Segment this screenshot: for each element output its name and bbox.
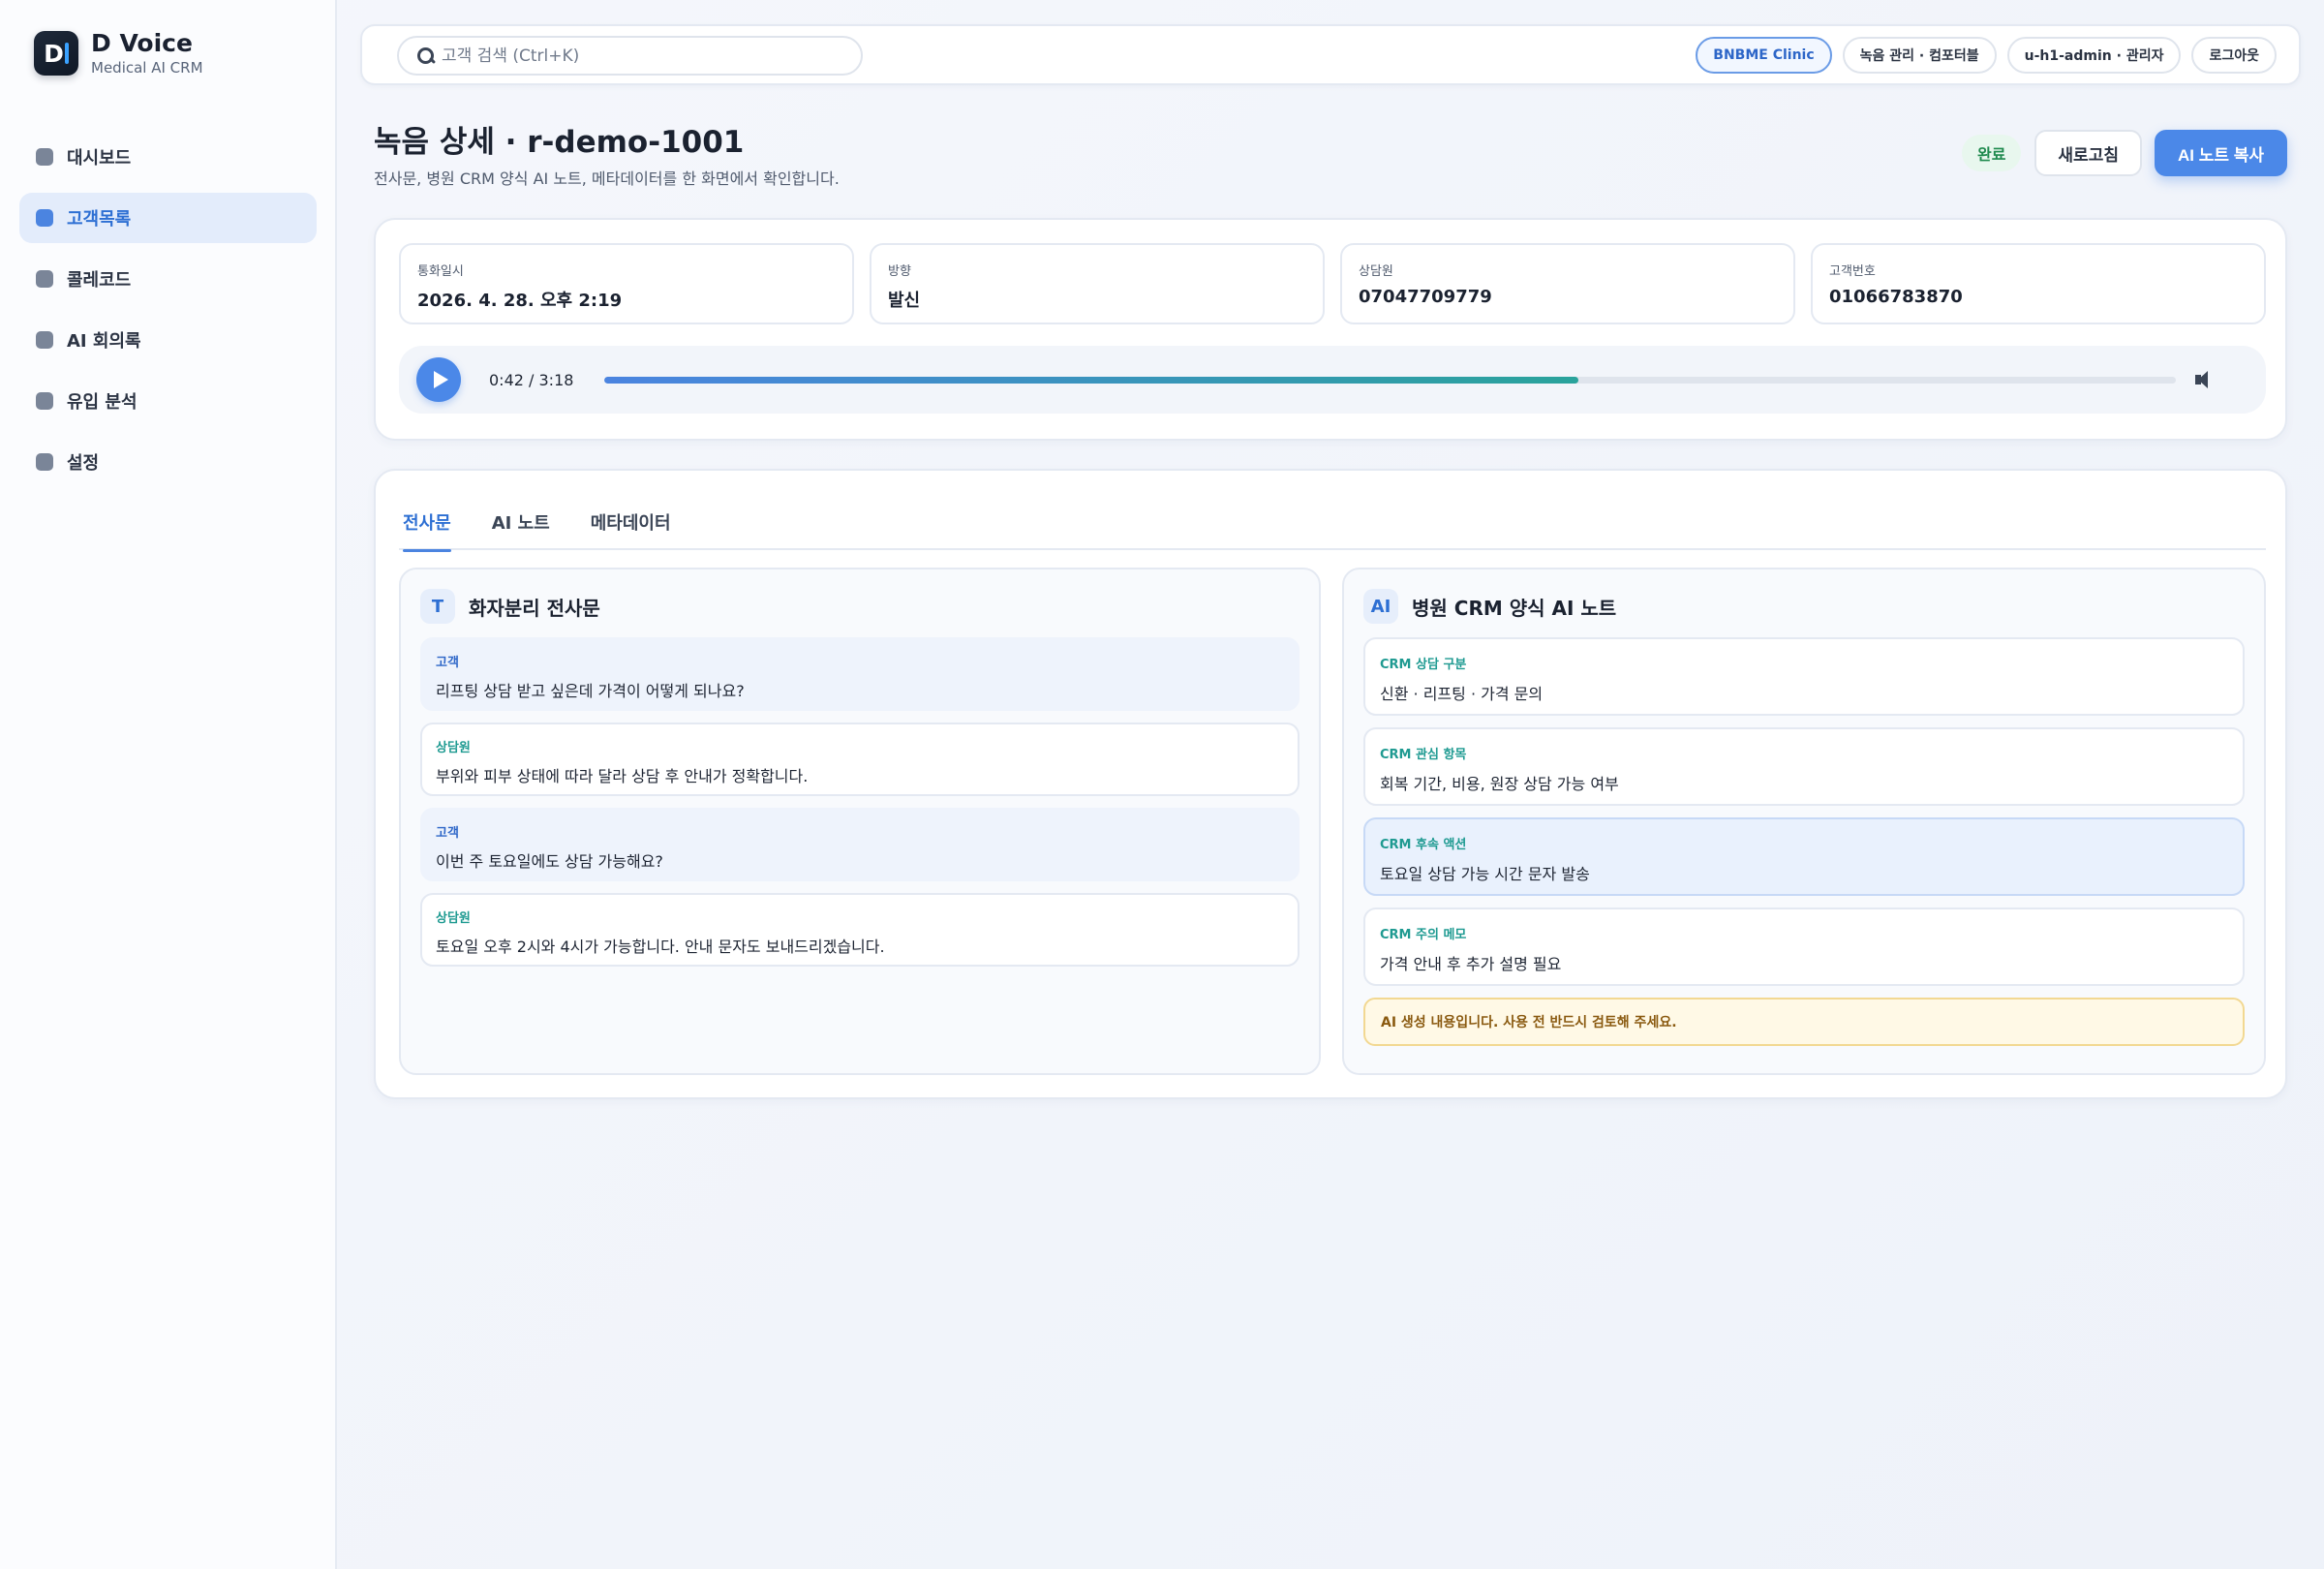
sidebar-item-label: AI 회의록 [67,331,141,352]
volume-icon[interactable] [2193,369,2215,390]
status-badge: 완료 [1961,135,2022,171]
ai-review-warning: AI 생성 내용입니다. 사용 전 반드시 검토해 주세요. [1363,998,2245,1046]
transcript-panel-header: T 화자분리 전사문 [420,589,1300,624]
ai-note-panel-header: AI 병원 CRM 양식 AI 노트 [1363,589,2245,624]
playback-progress-fill [604,376,1579,384]
sidebar-item-ai-minutes[interactable]: AI 회의록 [19,315,317,365]
customer-number-box: 고객번호 01066783870 [1811,243,2266,324]
tab-ai-note[interactable]: AI 노트 [492,502,550,550]
crm-note-text: 회복 기간, 비용, 원장 상담 가능 여부 [1380,775,1619,793]
direction-value: 발신 [888,291,921,311]
app-name: D Voice [91,29,193,57]
customer-number-label: 고객번호 [1829,264,1876,279]
sidebar-item-call-records[interactable]: 콜레코드 [19,254,317,304]
tab-metadata[interactable]: 메타데이터 [591,502,671,550]
sidebar-item-label: 설정 [67,453,100,474]
sidebar-item-inflow-analysis[interactable]: 유입 분석 [19,376,317,426]
nav-bullet-icon [36,331,53,349]
user-chip[interactable]: u-h1-admin · 관리자 [2006,37,2182,74]
crm-note-label: CRM 주의 메모 [1380,928,1467,942]
ai-note-panel: AI 병원 CRM 양식 AI 노트 CRM 상담 구분 신환 · 리프팅 · … [1342,568,2266,1075]
crm-note-item: CRM 주의 메모 가격 안내 후 추가 설명 필요 [1363,908,2245,986]
crm-note-item: CRM 후속 액션 토요일 상담 가능 시간 문자 발송 [1363,817,2245,896]
nav-bullet-icon [36,453,53,471]
detail-tabs: 전사문 AI 노트 메타데이터 [399,502,2266,552]
tab-transcript[interactable]: 전사문 [403,502,451,552]
topbar: BNBME Clinic 녹음 관리 · 컴포터블 u-h1-admin · 관… [360,24,2301,85]
recording-info-card: 통화일시 2026. 4. 28. 오후 2:19 방향 발신 상담원 0704… [374,218,2287,441]
message-speaker: 상담원 [436,911,471,926]
sidebar-item-label: 대시보드 [67,148,132,169]
agent-value: 07047709779 [1359,287,1492,307]
direction-box: 방향 발신 [870,243,1325,324]
crm-note-text: 신환 · 리프팅 · 가격 문의 [1380,685,1544,703]
logout-button[interactable]: 로그아웃 [2191,37,2277,74]
brand[interactable]: D D Voice Medical AI CRM [34,29,203,77]
transcript-icon: T [420,589,455,624]
sidebar-item-customers[interactable]: 고객목록 [19,193,317,243]
message-text: 리프팅 상담 받고 싶은데 가격이 어떻게 되나요? [436,682,745,700]
sidebar-item-label: 고객목록 [67,209,132,230]
ai-note-title: 병원 CRM 양식 AI 노트 [1412,596,1617,620]
call-time-box: 통화일시 2026. 4. 28. 오후 2:19 [399,243,854,324]
sidebar-item-settings[interactable]: 설정 [19,437,317,487]
sidebar-item-label: 유입 분석 [67,392,138,413]
agent-label: 상담원 [1359,264,1393,279]
page-subtitle: 전사문, 병원 CRM 양식 AI 노트, 메타데이터를 한 화면에서 확인합니… [374,169,840,188]
playback-time: 0:42 / 3:18 [489,370,574,389]
customer-number-value: 01066783870 [1829,287,1963,307]
copy-ai-note-button[interactable]: AI 노트 복사 [2154,130,2287,176]
sidebar-item-dashboard[interactable]: 대시보드 [19,132,317,182]
message-text: 부위와 피부 상태에 따라 달라 상담 후 안내가 정확합니다. [436,767,809,785]
nav-bullet-icon [36,392,53,410]
transcript-message: 상담원 토요일 오후 2시와 4시가 가능합니다. 안내 문자도 보내드리겠습니… [420,893,1300,967]
agent-box: 상담원 07047709779 [1340,243,1795,324]
search-icon [416,46,436,66]
role-chip[interactable]: 녹음 관리 · 컴포터블 [1842,37,1997,74]
nav-bullet-icon [36,148,53,166]
ai-icon: AI [1363,589,1398,624]
sidebar-item-label: 콜레코드 [67,270,132,291]
brand-logo-letter: D [44,39,64,68]
detail-content-card: 전사문 AI 노트 메타데이터 T 화자분리 전사문 고객 리프팅 상담 받고 … [374,469,2287,1099]
sidebar-nav: 대시보드 고객목록 콜레코드 AI 회의록 유입 분석 설정 [19,132,317,498]
direction-label: 방향 [888,264,911,279]
message-speaker: 고객 [436,656,459,670]
crm-note-text: 토요일 상담 가능 시간 문자 발송 [1380,865,1590,883]
crm-note-label: CRM 상담 구분 [1380,658,1467,672]
search-input[interactable] [442,46,848,66]
sidebar: D D Voice Medical AI CRM 대시보드 고객목록 콜레코드 … [0,0,337,1569]
transcript-message: 고객 리프팅 상담 받고 싶은데 가격이 어떻게 되나요? [420,637,1300,711]
topbar-chips: BNBME Clinic 녹음 관리 · 컴포터블 u-h1-admin · 관… [1685,37,2277,74]
nav-bullet-icon [36,270,53,288]
message-speaker: 고객 [436,826,459,841]
page-title: 녹음 상세 · r-demo-1001 [374,125,745,160]
message-text: 이번 주 토요일에도 상담 가능해요? [436,852,663,871]
call-time-value: 2026. 4. 28. 오후 2:19 [417,291,623,311]
app-subtitle: Medical AI CRM [91,59,203,77]
transcript-title: 화자분리 전사문 [469,596,600,620]
message-speaker: 상담원 [436,741,471,755]
transcript-message: 상담원 부위와 피부 상태에 따라 달라 상담 후 안내가 정확합니다. [420,723,1300,796]
transcript-panel: T 화자분리 전사문 고객 리프팅 상담 받고 싶은데 가격이 어떻게 되나요?… [399,568,1321,1075]
crm-note-item: CRM 관심 항목 회복 기간, 비용, 원장 상담 가능 여부 [1363,727,2245,806]
crm-note-item: CRM 상담 구분 신환 · 리프팅 · 가격 문의 [1363,637,2245,716]
crm-note-label: CRM 관심 항목 [1380,748,1467,762]
nav-bullet-icon [36,209,53,227]
header-actions: 완료 새로고침 AI 노트 복사 [1961,130,2287,176]
brand-logo-bar [64,43,69,64]
transcript-message: 고객 이번 주 토요일에도 상담 가능해요? [420,808,1300,881]
clinic-chip[interactable]: BNBME Clinic [1696,37,1832,74]
playback-progress-bar[interactable] [604,376,2176,384]
play-icon[interactable] [416,357,461,402]
refresh-button[interactable]: 새로고침 [2034,130,2142,176]
search-box[interactable] [397,36,863,76]
call-time-label: 통화일시 [417,264,464,279]
message-text: 토요일 오후 2시와 4시가 가능합니다. 안내 문자도 보내드리겠습니다. [436,938,885,956]
brand-logo: D [34,31,78,76]
audio-player: 0:42 / 3:18 [399,346,2266,414]
brand-text: D Voice Medical AI CRM [91,29,203,77]
crm-note-text: 가격 안내 후 추가 설명 필요 [1380,955,1562,973]
crm-note-label: CRM 후속 액션 [1380,838,1467,852]
